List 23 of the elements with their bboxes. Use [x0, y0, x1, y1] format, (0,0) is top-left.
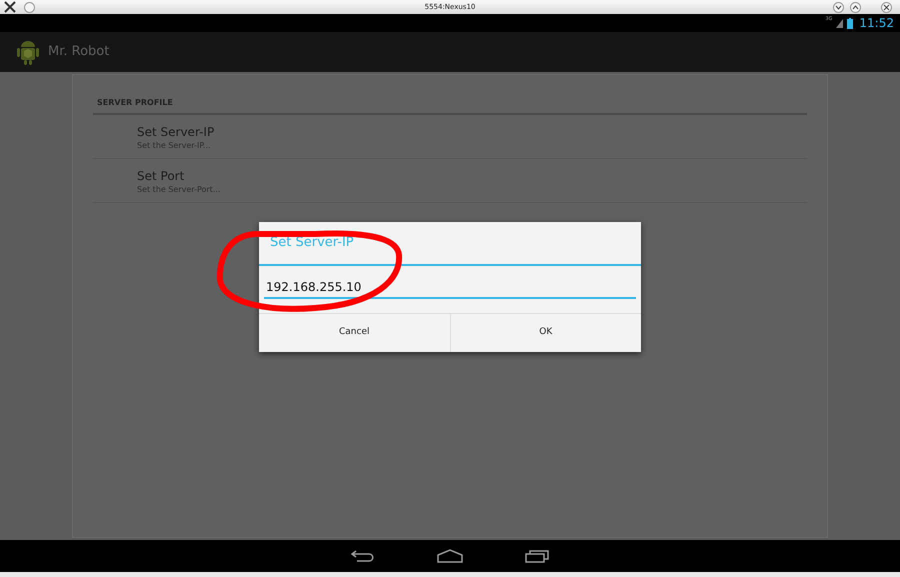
preference-title: Set Port: [137, 169, 186, 184]
window-menu-button[interactable]: [24, 2, 35, 12]
chevron-down-icon: [835, 4, 842, 10]
minimize-button[interactable]: [833, 2, 844, 12]
app-title: Mr. Robot: [48, 43, 110, 62]
dialog-button[interactable]: OK: [450, 314, 641, 352]
category-header: SERVER PROFILE: [93, 97, 807, 115]
battery-icon: [847, 18, 854, 28]
home-button[interactable]: [437, 549, 463, 563]
preference-title: Set Server-IP: [137, 125, 216, 140]
ip-input-field[interactable]: 192.168.255.10: [264, 277, 636, 299]
close-icon: [883, 4, 890, 10]
clock: 11:52: [859, 15, 894, 32]
dialog-button[interactable]: Cancel: [259, 314, 450, 352]
app-logo-icon: [4, 1, 16, 13]
android-robot-icon: [16, 38, 40, 66]
dialog-title: Set Server-IP: [259, 222, 641, 266]
signal-icon: [836, 18, 844, 28]
close-button[interactable]: [881, 2, 892, 12]
chevron-up-icon: [852, 4, 859, 10]
maximize-button[interactable]: [850, 2, 861, 12]
back-button[interactable]: [351, 549, 375, 563]
recent-apps-button[interactable]: [525, 549, 549, 563]
